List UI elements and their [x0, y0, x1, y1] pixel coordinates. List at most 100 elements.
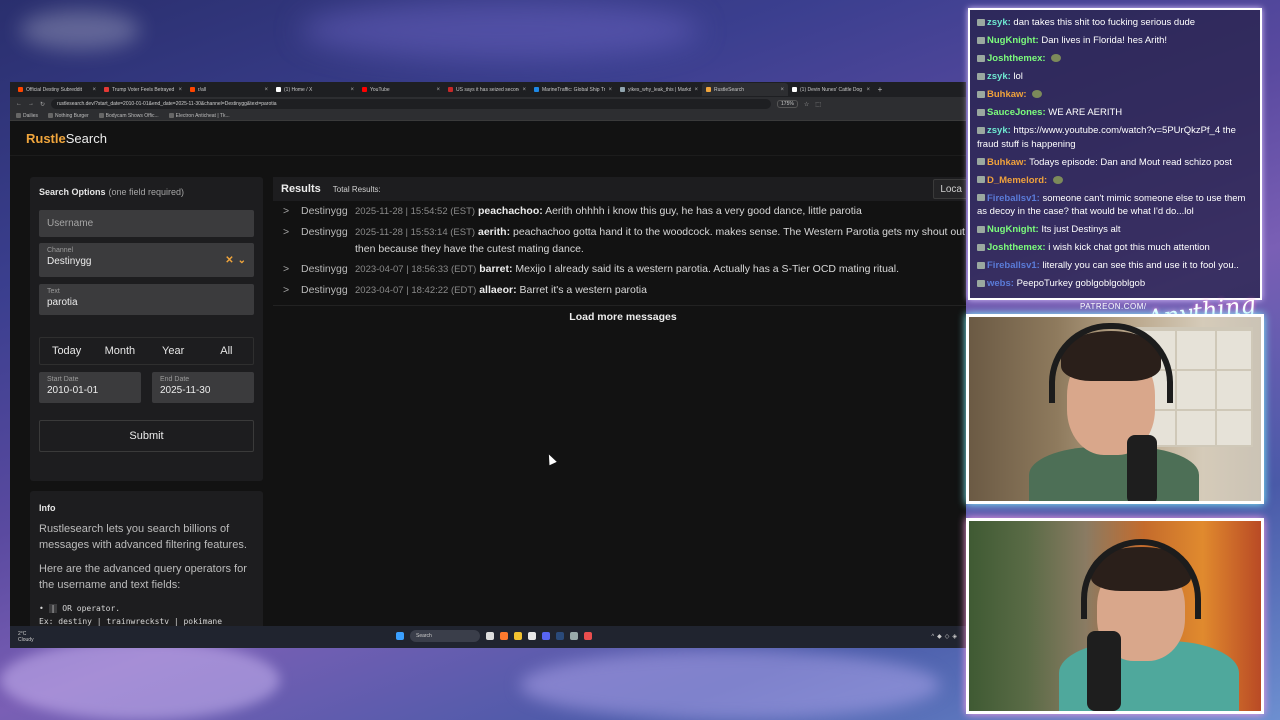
system-tray-icon[interactable]: ^◆◇◈	[931, 633, 960, 640]
folder-icon[interactable]	[514, 632, 522, 640]
bookmark-item[interactable]: Dailies	[16, 113, 38, 119]
back-icon[interactable]: ←	[16, 101, 22, 107]
firefox-icon[interactable]	[500, 632, 508, 640]
reload-icon[interactable]: ↻	[40, 101, 45, 108]
taskbar-search[interactable]: Search	[410, 630, 480, 642]
microphone-icon	[1087, 631, 1121, 711]
load-more-button[interactable]: Load more messages	[273, 305, 966, 327]
message-body: 2025-11-28 | 15:54:52 (EST) peachachoo: …	[355, 203, 965, 220]
expand-chevron-icon[interactable]: >	[283, 224, 301, 257]
chat-username: zsyk:	[987, 125, 1011, 136]
mouse-cursor	[545, 452, 557, 466]
channel-value: Destinygg	[47, 256, 92, 267]
browser-tab[interactable]: US says it has seized second ta×	[444, 83, 530, 96]
app-icon[interactable]	[570, 632, 578, 640]
range-year-button[interactable]: Year	[147, 338, 200, 364]
local-time-button[interactable]: Loca	[933, 179, 966, 199]
chat-text: Its just Destinys alt	[1041, 224, 1121, 235]
message-username[interactable]: aerith:	[478, 226, 510, 238]
bookmark-item[interactable]: Nothing Burger	[48, 113, 89, 119]
close-tab-icon[interactable]: ×	[694, 87, 698, 93]
weather-widget[interactable]: 2°C Cloudy	[10, 631, 100, 643]
browser-tab[interactable]: YouTube ×	[358, 83, 444, 96]
end-date-input[interactable]: End Date 2025-11-30	[152, 372, 254, 403]
username-input[interactable]: Username	[39, 210, 254, 237]
extensions-icon[interactable]: ⬚	[815, 101, 821, 108]
new-tab-icon[interactable]: +	[874, 85, 886, 94]
text-input[interactable]: Text parotia	[39, 284, 254, 315]
forward-icon[interactable]: →	[28, 101, 34, 107]
range-month-button[interactable]: Month	[93, 338, 146, 364]
message-row[interactable]: > Destinygg 2025-11-28 | 15:53:14 (EST) ae…	[273, 222, 966, 259]
zoom-badge[interactable]: 175%	[777, 100, 798, 108]
total-results: Total Results:	[332, 184, 381, 194]
browser-tab[interactable]: (1) Devin Nunes' Cattle Dog ×	[788, 83, 874, 96]
browser-tab[interactable]: yikes_why_leak_this | Markdow ×	[616, 83, 702, 96]
task-view-icon[interactable]	[486, 632, 494, 640]
bg-cloud	[0, 640, 280, 720]
chat-text: Dan lives in Florida! hes Arith!	[1041, 35, 1168, 46]
message-row[interactable]: > Destinygg 2025-11-28 | 15:54:52 (EST) pe…	[273, 201, 966, 222]
browser-tab[interactable]: Trump Voter Feels Betrayed By ×	[100, 83, 186, 96]
taskbar-apps: Search	[396, 630, 592, 642]
star-icon[interactable]: ☆	[804, 101, 809, 108]
close-tab-icon[interactable]: ×	[264, 87, 268, 93]
close-tab-icon[interactable]: ×	[866, 87, 870, 93]
app-icon[interactable]	[528, 632, 536, 640]
submit-button[interactable]: Submit	[39, 420, 254, 452]
chat-text: i wish kick chat got this much attention	[1048, 242, 1210, 253]
chat-username: Buhkaw:	[987, 156, 1027, 168]
tab-favicon-icon	[792, 87, 797, 92]
windows-start-icon[interactable]	[396, 632, 404, 640]
message-timestamp: 2023-04-07 | 18:56:33 (EDT)	[355, 264, 477, 275]
message-username[interactable]: peachachoo:	[478, 205, 543, 217]
close-tab-icon[interactable]: ×	[436, 87, 440, 93]
browser-tab[interactable]: Official Destiny Subreddit ×	[14, 83, 100, 96]
expand-chevron-icon[interactable]: >	[283, 282, 301, 299]
close-tab-icon[interactable]: ×	[608, 87, 612, 93]
range-today-button[interactable]: Today	[40, 338, 93, 364]
bookmark-item[interactable]: Bodycam Shows Offic...	[98, 113, 159, 119]
webcam-bottom	[966, 518, 1264, 714]
bookmark-item[interactable]: Electron Anticheat | Tk...	[168, 113, 230, 119]
discord-icon[interactable]	[542, 632, 550, 640]
clear-icon[interactable]: ✕	[225, 255, 233, 266]
browser-tab[interactable]: MarineTraffic: Global Ship Tracki×	[530, 83, 616, 96]
browser-tab[interactable]: (1) Home / X ×	[272, 83, 358, 96]
logo-search[interactable]: Search	[66, 131, 107, 146]
tab-favicon-icon	[706, 87, 711, 92]
chat-text: WE ARE AERITH	[1048, 107, 1123, 118]
chat-text: PeepoTurkey goblgoblgoblgob	[1016, 278, 1146, 289]
message-row[interactable]: > Destinygg 2023-04-07 | 18:42:22 (EDT) al…	[273, 280, 966, 301]
logo-rustle[interactable]: Rustle	[26, 131, 66, 146]
expand-chevron-icon[interactable]: >	[283, 203, 301, 220]
range-all-button[interactable]: All	[200, 338, 253, 364]
close-tab-icon[interactable]: ×	[522, 87, 526, 93]
message-username[interactable]: allaeor:	[479, 284, 516, 296]
message-row[interactable]: > Destinygg 2023-04-07 | 18:56:33 (EDT) ba…	[273, 259, 966, 280]
message-text: Aerith ohhhh i know this guy, he has a v…	[545, 205, 862, 217]
browser-tab[interactable]: RustleSearch ×	[702, 83, 788, 96]
expand-chevron-icon[interactable]: >	[283, 261, 301, 278]
close-tab-icon[interactable]: ×	[178, 87, 182, 93]
text-label: Text	[47, 288, 60, 295]
tab-favicon-icon	[534, 87, 539, 92]
close-tab-icon[interactable]: ×	[780, 87, 784, 93]
chrome-icon[interactable]	[584, 632, 592, 640]
browser-tab[interactable]: r/all ×	[186, 83, 272, 96]
chevron-down-icon[interactable]: ⌄	[238, 255, 246, 266]
start-date-input[interactable]: Start Date 2010-01-01	[39, 372, 141, 403]
chat-username: Joshthemex:	[987, 242, 1046, 253]
message-username[interactable]: barret:	[479, 263, 512, 275]
chat-badge-icon	[977, 126, 985, 134]
channel-select[interactable]: Channel Destinygg ✕ ⌄	[39, 243, 254, 277]
close-tab-icon[interactable]: ×	[92, 87, 96, 93]
bg-cloud	[520, 650, 940, 720]
chat-username: Joshthemex:	[987, 53, 1046, 64]
url-field[interactable]: rustlesearch.dev/?start_date=2010-01-01&…	[51, 99, 772, 109]
close-tab-icon[interactable]: ×	[350, 87, 354, 93]
steam-icon[interactable]	[556, 632, 564, 640]
info-paragraph: Here are the advanced query operators fo…	[39, 563, 247, 591]
browser-window: Official Destiny Subreddit × Trump Voter F…	[10, 82, 966, 648]
operator-example: Ex: destiny | trainwreckstv | pokimane	[39, 617, 223, 626]
